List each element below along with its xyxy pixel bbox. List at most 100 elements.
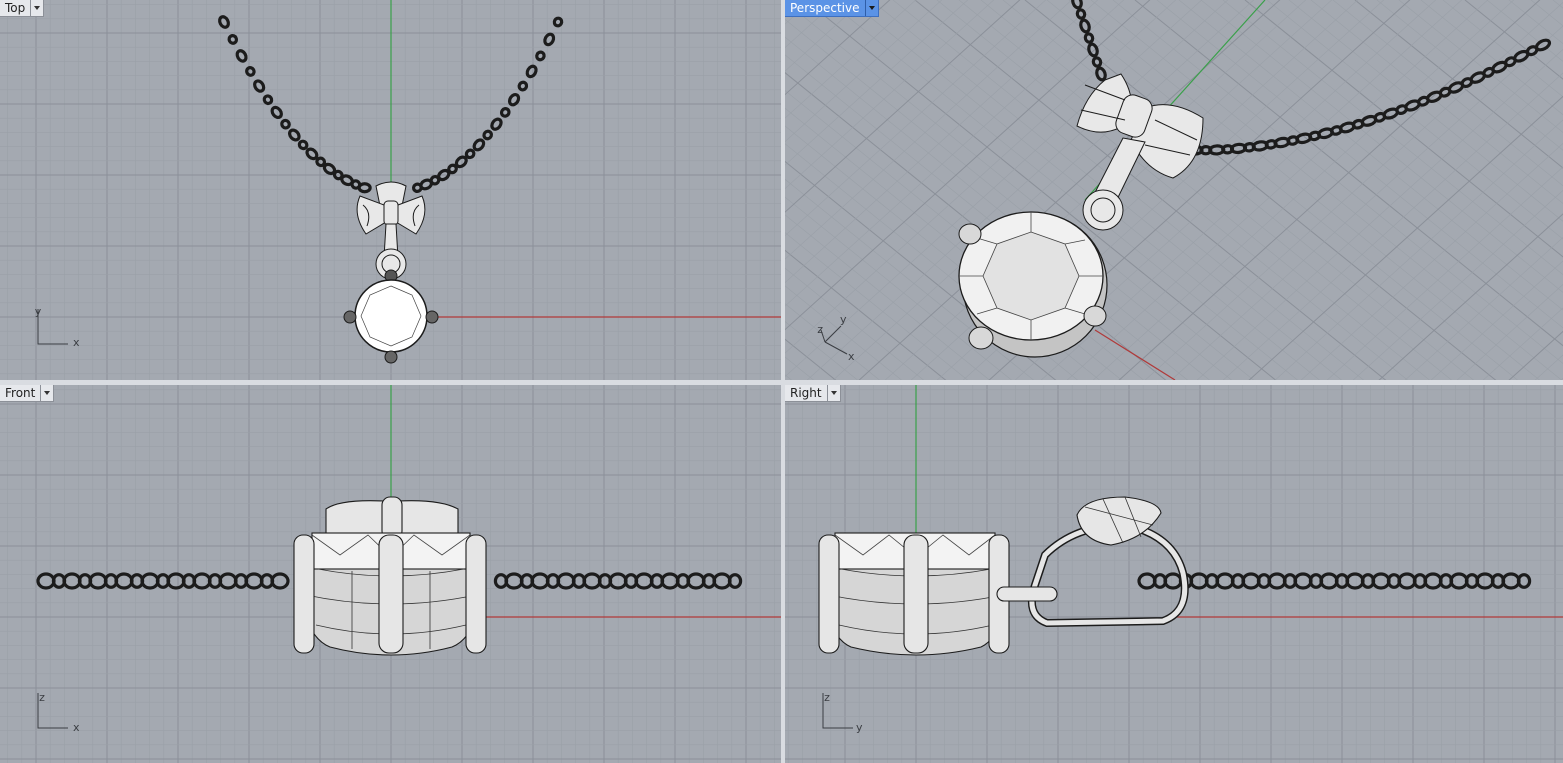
viewport-label[interactable]: Right [785, 385, 827, 401]
grid-line [785, 0, 839, 49]
chain-link [472, 138, 486, 152]
grid-line [1326, 166, 1563, 380]
axis-widget-icon: z y [822, 691, 863, 734]
viewport-label[interactable]: Top [0, 0, 30, 16]
chain-link [287, 128, 301, 142]
chain-link [245, 66, 256, 77]
perspective-view-canvas: z y x [785, 0, 1563, 380]
chain-link [357, 182, 372, 194]
chain-link [1079, 18, 1091, 34]
top-view-canvas: y x [0, 0, 781, 380]
grid-line [1404, 237, 1563, 380]
chain-link [1091, 56, 1103, 68]
chain-link [88, 572, 108, 590]
chain-link [525, 64, 538, 79]
chain-link [1319, 572, 1339, 590]
bow-bail [356, 181, 426, 283]
svg-text:y: y [856, 721, 863, 734]
viewport-tab-top[interactable]: Top [0, 0, 45, 17]
grid-line [1090, 0, 1562, 380]
necklace-chain [1137, 572, 1532, 590]
grid-line [1456, 284, 1563, 380]
chain-link [504, 572, 524, 590]
chain-link [192, 572, 212, 590]
grid-line [1144, 2, 1563, 380]
chain-link [270, 105, 283, 120]
gemstone [958, 211, 1108, 358]
svg-text:x: x [848, 350, 855, 363]
viewport-front[interactable]: z x Front [0, 385, 781, 763]
chain-link [166, 572, 186, 590]
svg-text:z: z [39, 691, 45, 704]
chain-link [634, 572, 654, 590]
chain-link [1163, 572, 1183, 590]
axis-widget-icon: z x [37, 691, 80, 734]
chain-link [660, 572, 680, 590]
chain-link [1137, 572, 1157, 590]
chain-link [712, 572, 732, 590]
grid-line [1266, 0, 1563, 240]
chain-link [280, 118, 291, 130]
viewport-dropdown-icon[interactable] [864, 0, 878, 16]
bow-bail [1076, 73, 1204, 231]
chain-link [1189, 572, 1209, 590]
viewport-tab-right[interactable]: Right [785, 385, 841, 402]
chain-link [556, 572, 576, 590]
svg-text:x: x [73, 336, 80, 349]
chain-link [482, 129, 493, 141]
chain-link [270, 572, 290, 590]
grid-line [892, 0, 1364, 380]
svg-text:x: x [73, 721, 80, 734]
chain-link [543, 32, 556, 47]
grid-line [785, 303, 880, 380]
chain-link [297, 139, 309, 151]
chain-link [1371, 572, 1391, 590]
svg-text:y: y [35, 305, 42, 318]
chain-link [262, 94, 274, 106]
grid-line [785, 0, 865, 72]
chain-link [218, 15, 230, 29]
perspective-grid [785, 0, 1563, 380]
svg-text:z: z [824, 691, 830, 704]
viewport-top[interactable]: y x Top [0, 0, 781, 380]
grid-line [1430, 260, 1563, 380]
grid-line [910, 0, 1333, 380]
chain-link [140, 572, 160, 590]
viewport-label[interactable]: Perspective [785, 0, 865, 16]
grid-line [1170, 25, 1563, 380]
viewport-dropdown-icon[interactable] [826, 385, 840, 401]
chain-link [218, 572, 238, 590]
front-view-canvas: z x [0, 385, 781, 763]
right-view-canvas: z y [785, 385, 1563, 763]
chain-link [1095, 66, 1107, 82]
grid-line [1118, 0, 1541, 380]
grid-line [1300, 143, 1563, 380]
chain-link [517, 80, 529, 92]
svg-text:z: z [817, 323, 823, 336]
viewport-dropdown-icon[interactable] [40, 385, 53, 401]
grid-line [785, 0, 787, 2]
grid-line [785, 0, 917, 119]
chain-link [490, 117, 503, 131]
chain-link [1075, 8, 1087, 20]
chain-link [1501, 572, 1521, 590]
chain-link [686, 572, 706, 590]
chain-link [582, 572, 602, 590]
viewport-right[interactable]: z y Right [785, 385, 1563, 763]
chain-link [235, 49, 248, 63]
viewport-tab-front[interactable]: Front [0, 385, 55, 402]
viewport-label[interactable]: Front [0, 385, 40, 401]
viewport-perspective[interactable]: z y x Perspective [785, 0, 1563, 380]
grid-line [785, 356, 814, 380]
chain-link [530, 572, 550, 590]
viewport-tab-perspective[interactable]: Perspective [785, 0, 879, 17]
chain-link [36, 572, 56, 590]
chain-link [1083, 32, 1095, 44]
viewport-dropdown-icon[interactable] [30, 0, 43, 16]
grid-line [785, 0, 819, 380]
chain-link [253, 79, 266, 93]
gemstone [343, 279, 439, 364]
grid-line [785, 374, 792, 380]
chain-link [114, 572, 134, 590]
chain-link [1345, 572, 1365, 590]
